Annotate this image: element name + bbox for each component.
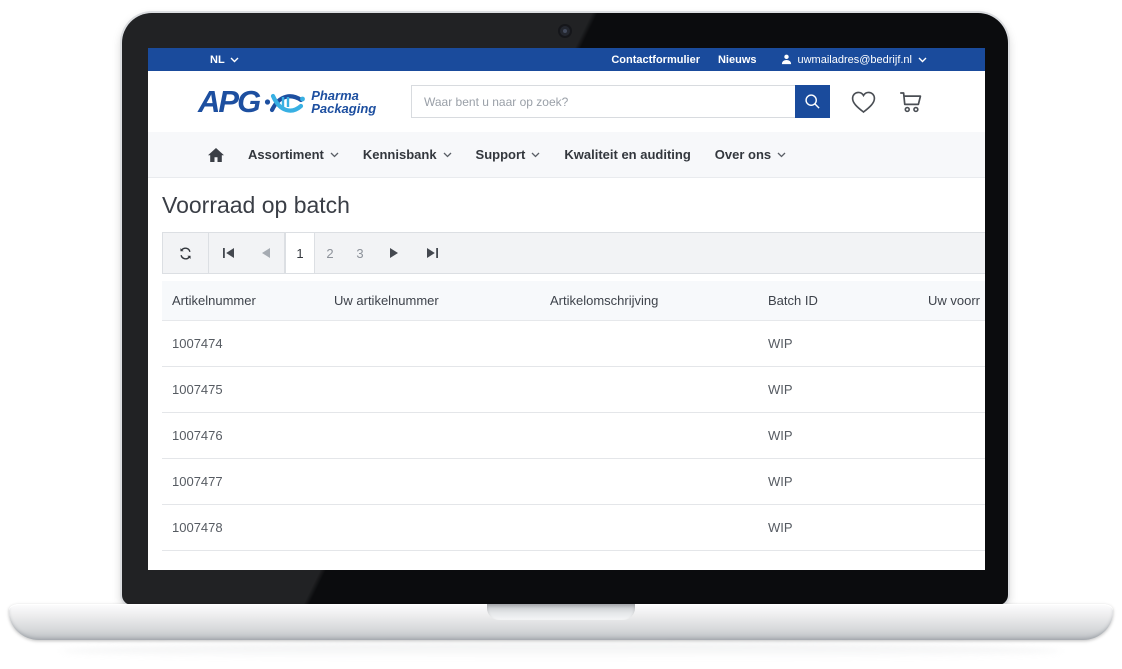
cell-batch-id: WIP	[768, 520, 928, 535]
first-page-button[interactable]	[209, 233, 247, 273]
column-header-artikelomschrijving[interactable]: Artikelomschrijving	[550, 293, 768, 308]
column-header-batch-id[interactable]: Batch ID	[768, 293, 928, 308]
page-button-1[interactable]: 1	[285, 233, 315, 273]
nav-label: Assortiment	[248, 147, 324, 162]
search-input[interactable]	[411, 85, 795, 118]
first-page-icon	[223, 248, 234, 258]
cell-batch-id: WIP	[768, 336, 928, 351]
nav-item-kennisbank[interactable]: Kennisbank	[363, 147, 452, 162]
logo-tagline: Pharma Packaging	[311, 89, 376, 115]
logo[interactable]: APG Pharma Packaging	[198, 86, 376, 118]
wishlist-button[interactable]	[850, 90, 877, 114]
heart-icon	[850, 90, 877, 114]
header-action-icons	[850, 89, 925, 114]
language-label: NL	[210, 54, 225, 66]
column-header-artikelnummer[interactable]: Artikelnummer	[172, 293, 334, 308]
last-page-icon	[427, 248, 438, 258]
column-header-uw-voorraad[interactable]: Uw voorr	[928, 293, 985, 308]
cell-batch-id: WIP	[768, 428, 928, 443]
refresh-button[interactable]	[163, 233, 209, 273]
last-page-button[interactable]	[413, 233, 451, 273]
laptop-lid-notch	[487, 604, 635, 620]
laptop-bezel: NL Contactformulier Nieuws uwmailadres@b…	[122, 13, 1008, 605]
prev-page-button[interactable]	[247, 233, 285, 273]
logo-tagline-line2: Packaging	[311, 102, 376, 115]
logo-tagline-line1: Pharma	[311, 89, 376, 102]
refresh-icon	[178, 246, 193, 261]
nav-label: Support	[476, 147, 526, 162]
nav-label: Over ons	[715, 147, 771, 162]
webcam-lens	[563, 29, 567, 33]
chevron-down-icon	[230, 57, 239, 63]
cell-artikelnummer: 1007477	[172, 474, 334, 489]
table-toolbar-gap	[148, 274, 985, 281]
next-page-icon	[390, 248, 398, 258]
cell-artikelnummer: 1007476	[172, 428, 334, 443]
table-row-partial	[162, 551, 985, 567]
table-row[interactable]: 1007476 WIP	[162, 413, 985, 459]
contact-form-link[interactable]: Contactformulier	[611, 54, 700, 66]
laptop-mockup: NL Contactformulier Nieuws uwmailadres@b…	[0, 0, 1122, 669]
nav-item-kwaliteit[interactable]: Kwaliteit en auditing	[564, 147, 690, 162]
logo-acronym: APG	[198, 86, 259, 117]
site-topbar: NL Contactformulier Nieuws uwmailadres@b…	[148, 48, 985, 71]
search-button[interactable]	[795, 85, 830, 118]
table-row[interactable]: 1007474 WIP	[162, 321, 985, 367]
chevron-down-icon	[918, 57, 927, 63]
user-icon	[781, 54, 792, 65]
news-link[interactable]: Nieuws	[718, 54, 757, 66]
chevron-down-icon	[777, 152, 786, 158]
topbar-links: Contactformulier Nieuws uwmailadres@bedr…	[611, 54, 927, 66]
language-selector[interactable]: NL	[210, 54, 239, 66]
page-button-2[interactable]: 2	[315, 233, 345, 273]
search-icon	[804, 93, 821, 110]
main-nav: Assortiment Kennisbank Support Kwaliteit…	[148, 132, 985, 178]
cart-button[interactable]	[897, 89, 925, 114]
cart-icon	[897, 89, 925, 114]
column-header-uw-artikelnummer[interactable]: Uw artikelnummer	[334, 293, 550, 308]
cell-artikelnummer: 1007478	[172, 520, 334, 535]
chevron-down-icon	[531, 152, 540, 158]
pagination-toolbar: 1 2 3	[162, 232, 985, 274]
nav-home[interactable]	[208, 148, 224, 162]
home-icon	[208, 148, 224, 162]
dna-helix-icon	[264, 86, 306, 118]
table-row[interactable]: 1007478 WIP	[162, 505, 985, 551]
nav-item-assortiment[interactable]: Assortiment	[248, 147, 339, 162]
nav-item-over-ons[interactable]: Over ons	[715, 147, 786, 162]
search-bar	[411, 85, 830, 118]
prev-page-icon	[262, 248, 270, 258]
site-header: APG Pharma Packaging	[148, 71, 985, 132]
cell-artikelnummer: 1007474	[172, 336, 334, 351]
laptop-base	[9, 604, 1113, 640]
table-row[interactable]: 1007475 WIP	[162, 367, 985, 413]
chevron-down-icon	[443, 152, 452, 158]
account-email: uwmailadres@bedrijf.nl	[798, 54, 913, 66]
webcam	[560, 26, 570, 36]
cell-artikelnummer: 1007475	[172, 382, 334, 397]
cell-batch-id: WIP	[768, 474, 928, 489]
nav-label: Kwaliteit en auditing	[564, 147, 690, 162]
chevron-down-icon	[330, 152, 339, 158]
nav-item-support[interactable]: Support	[476, 147, 541, 162]
table-header: Artikelnummer Uw artikelnummer Artikelom…	[162, 281, 985, 321]
page-button-3[interactable]: 3	[345, 233, 375, 273]
cell-batch-id: WIP	[768, 382, 928, 397]
page-title: Voorraad op batch	[148, 178, 985, 232]
next-page-button[interactable]	[375, 233, 413, 273]
account-menu[interactable]: uwmailadres@bedrijf.nl	[781, 54, 928, 66]
table-row[interactable]: 1007477 WIP	[162, 459, 985, 505]
nav-label: Kennisbank	[363, 147, 437, 162]
screen: NL Contactformulier Nieuws uwmailadres@b…	[148, 48, 985, 570]
laptop-reflection	[60, 643, 1062, 659]
